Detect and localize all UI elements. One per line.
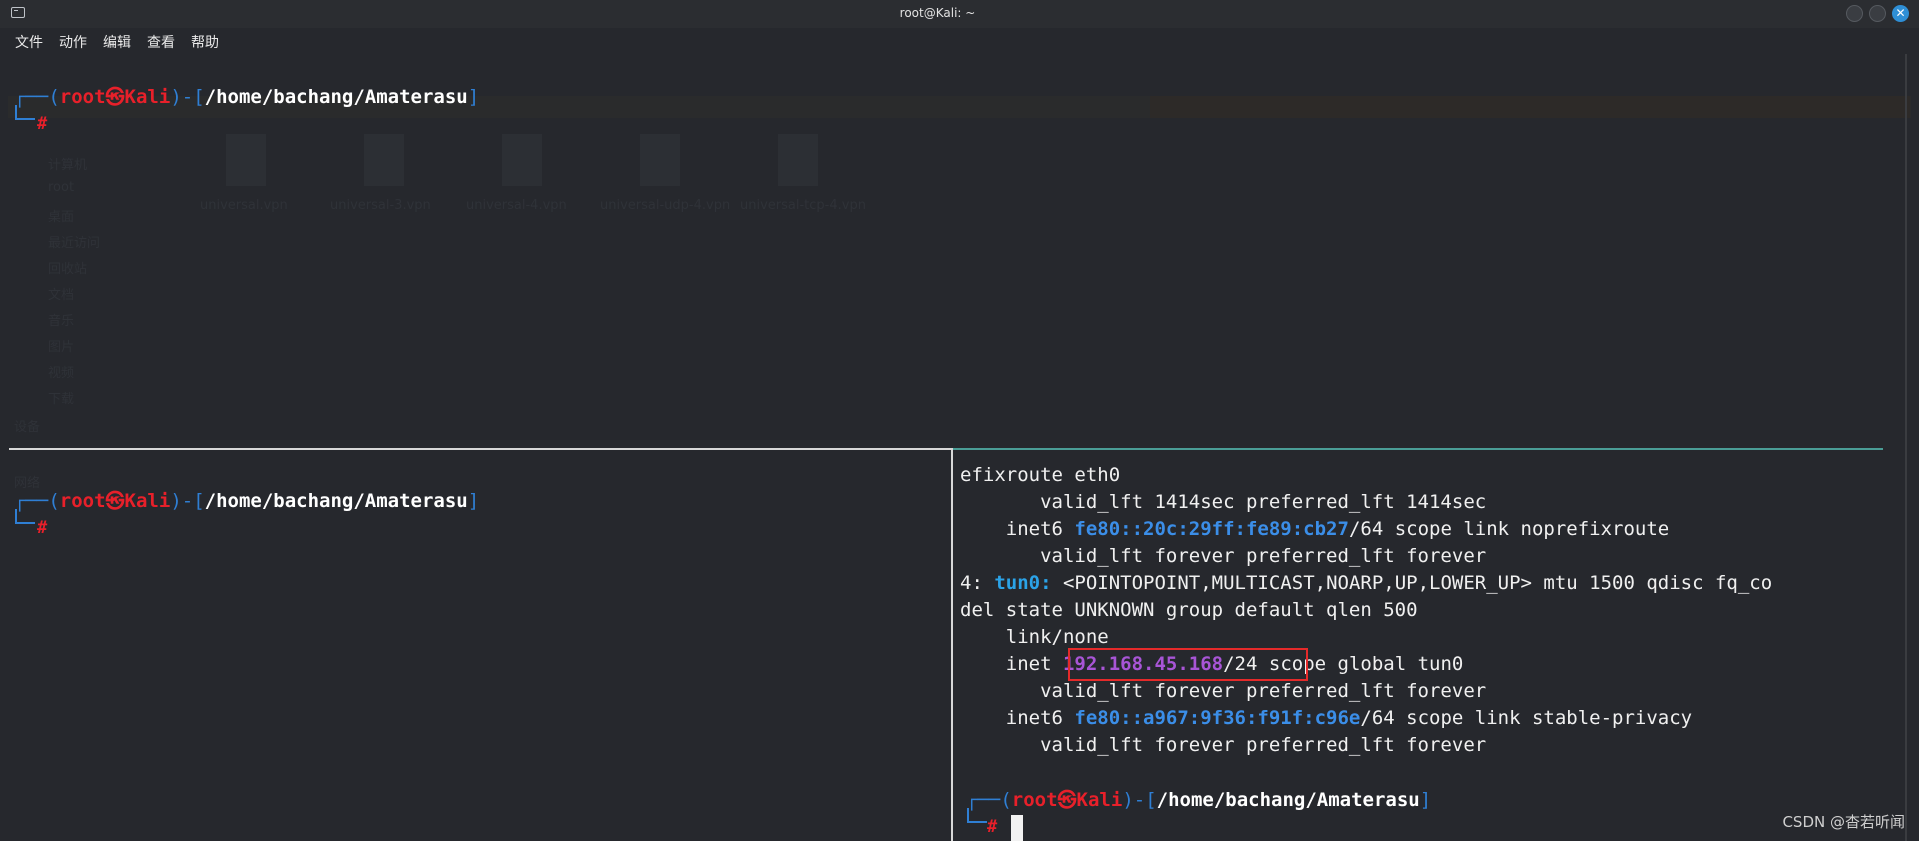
prompt-corner xyxy=(15,105,35,120)
title-bar: root@Kali: ~ ✕ xyxy=(0,0,1919,28)
ghost-file-icon xyxy=(364,134,404,186)
prompt-user: root xyxy=(59,86,106,108)
ghost-sidebar-item: root xyxy=(48,180,75,195)
output-line: inet6 fe80::20c:29ff:fe89:cb27/64 scope … xyxy=(960,518,1670,540)
prompt-bracket: )-[ xyxy=(170,490,205,512)
maximize-button[interactable] xyxy=(1869,5,1886,22)
ghost-file-icon xyxy=(226,134,266,186)
ghost-file-icon xyxy=(778,134,818,186)
prompt-user: root xyxy=(59,490,106,512)
window-title: root@Kali: ~ xyxy=(899,6,976,20)
menu-view[interactable]: 查看 xyxy=(147,32,175,52)
menu-bar: 文件 动作 编辑 查看 帮助 xyxy=(0,28,1919,54)
ghost-sidebar-item: 下载 xyxy=(48,392,75,407)
prompt-hash: # xyxy=(987,817,998,837)
prompt-host: Kali xyxy=(1076,789,1123,811)
prompt-bracket: ] xyxy=(467,86,480,108)
ip-highlight-box xyxy=(1068,648,1308,681)
output-line: 4: tun0: <POINTOPOINT,MULTICAST,NOARP,UP… xyxy=(960,572,1773,594)
scrollbar[interactable] xyxy=(1905,54,1907,841)
ghost-sidebar-item: 音乐 xyxy=(48,314,75,329)
pane-divider-top-left[interactable] xyxy=(9,448,951,450)
ghost-sidebar-item: 图片 xyxy=(48,340,75,355)
prompt-bottom-left: ┌──(root㉿Kali)-[/home/bachang/Amaterasu] xyxy=(14,488,479,515)
prompt-top: ┌──(root㉿Kali)-[/home/bachang/Amaterasu] xyxy=(14,84,479,111)
close-button[interactable]: ✕ xyxy=(1892,5,1909,22)
prompt-bracket: )-[ xyxy=(170,86,205,108)
prompt-bracket: ] xyxy=(1419,789,1432,811)
prompt-path: /home/bachang/Amaterasu xyxy=(204,490,468,512)
ghost-sidebar-item: 视频 xyxy=(48,366,75,381)
prompt-bottom-right: ┌──(root㉿Kali)-[/home/bachang/Amaterasu] xyxy=(966,787,1431,814)
menu-help[interactable]: 帮助 xyxy=(191,32,219,52)
output-line: valid_lft forever preferred_lft forever xyxy=(960,545,1487,567)
watermark: CSDN @杳若听闻 xyxy=(1782,813,1905,831)
prompt-bracket: ] xyxy=(467,490,480,512)
prompt-hash: # xyxy=(37,518,48,538)
ghost-sidebar-item: 最近访问 xyxy=(48,236,101,251)
menu-edit[interactable]: 编辑 xyxy=(103,32,131,52)
skull-icon: ㉿ xyxy=(105,86,125,108)
prompt-corner xyxy=(15,509,35,524)
ghost-file-icon xyxy=(640,134,680,186)
ghost-highlight xyxy=(1150,96,1910,118)
ghost-file-label: universal-udp-4.vpn xyxy=(600,198,731,213)
ghost-sidebar-item: 桌面 xyxy=(48,210,75,225)
output-line: inet6 fe80::a967:9f36:f91f:c96e/64 scope… xyxy=(960,707,1693,729)
ghost-sidebar-item: 计算机 xyxy=(48,158,88,173)
interface-name: tun0: xyxy=(994,572,1052,594)
ipv6-address: fe80::a967:9f36:f91f:c96e xyxy=(1074,707,1361,729)
menu-action[interactable]: 动作 xyxy=(59,32,87,52)
ghost-file-label: universal-4.vpn xyxy=(466,198,567,213)
prompt-user: root xyxy=(1011,789,1058,811)
output-line: link/none xyxy=(960,626,1109,648)
skull-icon: ㉿ xyxy=(1057,789,1077,811)
pane-divider-vertical[interactable] xyxy=(951,448,953,841)
output-line: del state UNKNOWN group default qlen 500 xyxy=(960,599,1418,621)
prompt-corner xyxy=(967,808,987,823)
ghost-file-label: universal-3.vpn xyxy=(330,198,431,213)
ghost-file-icon xyxy=(502,134,542,186)
prompt-host: Kali xyxy=(124,86,171,108)
prompt-bracket: )-[ xyxy=(1122,789,1157,811)
ghost-sidebar-item: 回收站 xyxy=(48,262,88,277)
pane-divider-top-right[interactable] xyxy=(953,448,1883,450)
skull-icon: ㉿ xyxy=(105,490,125,512)
ipv6-address: fe80::20c:29ff:fe89:cb27 xyxy=(1074,518,1349,540)
output-line: valid_lft forever preferred_lft forever xyxy=(960,734,1487,756)
output-line: valid_lft 1414sec preferred_lft 1414sec xyxy=(960,491,1487,513)
ghost-file-label: universal.vpn xyxy=(200,198,288,213)
ghost-section-label: 设备 xyxy=(14,420,41,435)
ghost-sidebar-item: 文档 xyxy=(48,288,75,303)
minimize-button[interactable] xyxy=(1846,5,1863,22)
text-cursor[interactable] xyxy=(1011,815,1023,841)
prompt-path: /home/bachang/Amaterasu xyxy=(204,86,468,108)
output-line: valid_lft forever preferred_lft forever xyxy=(960,680,1487,702)
prompt-path: /home/bachang/Amaterasu xyxy=(1156,789,1420,811)
prompt-hash: # xyxy=(37,114,48,134)
ghost-file-label: universal-tcp-4.vpn xyxy=(740,198,866,213)
prompt-host: Kali xyxy=(124,490,171,512)
output-line: efixroute eth0 xyxy=(960,464,1121,486)
menu-file[interactable]: 文件 xyxy=(15,32,43,52)
